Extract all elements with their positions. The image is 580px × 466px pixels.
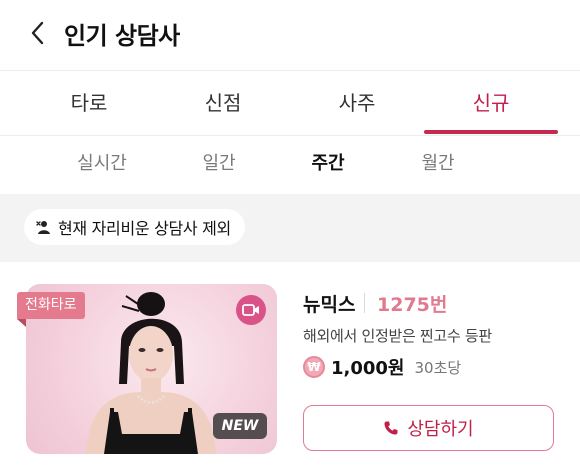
tab-realtime[interactable]: 실시간 xyxy=(52,136,152,192)
filter-label: 현재 자리비운 상담사 제외 xyxy=(58,219,231,238)
tab-weekly[interactable]: 주간 xyxy=(278,136,378,192)
call-tarot-badge: 전화타로 xyxy=(17,292,85,319)
person-away-icon xyxy=(36,221,50,234)
new-badge: NEW xyxy=(213,413,267,439)
price: 1,000원 xyxy=(331,358,405,379)
chevron-left-icon xyxy=(31,21,44,45)
consult-label: 상담하기 xyxy=(407,419,474,440)
price-unit: 30초당 xyxy=(414,358,462,377)
price-row: ₩ 1,000원 30초당 xyxy=(303,354,461,380)
tab-shinjeom[interactable]: 신점 xyxy=(156,71,290,137)
tab-tarot[interactable]: 타로 xyxy=(22,71,156,137)
active-tab-indicator xyxy=(424,130,558,134)
exclude-away-filter-chip[interactable]: 현재 자리비운 상담사 제외 xyxy=(24,209,245,245)
won-coin-icon: ₩ xyxy=(303,356,325,378)
header: 인기 상담사 xyxy=(0,0,580,70)
counselor-card[interactable]: 전화타로 NEW 뉴믹스 1275번 해외에서 인정받은 찐고수 등판 ₩ 1,… xyxy=(0,262,580,466)
page-title: 인기 상담사 xyxy=(64,22,180,50)
phone-icon xyxy=(384,421,398,435)
counselor-number: 1275번 xyxy=(377,294,448,316)
period-tabs: 실시간 일간 주간 월간 xyxy=(0,136,580,194)
badge-fold xyxy=(17,319,26,327)
tab-daily[interactable]: 일간 xyxy=(169,136,269,192)
tab-new[interactable]: 신규 xyxy=(424,71,558,137)
consult-button[interactable]: 상담하기 xyxy=(303,405,554,451)
counselor-description: 해외에서 인정받은 찐고수 등판 xyxy=(303,327,492,345)
tab-saju[interactable]: 사주 xyxy=(290,71,424,137)
back-button[interactable] xyxy=(26,18,52,48)
category-tabs: 타로 신점 사주 신규 xyxy=(0,70,580,136)
filter-bar: 현재 자리비운 상담사 제외 xyxy=(0,194,580,262)
tab-monthly[interactable]: 월간 xyxy=(388,136,488,192)
counselor-name: 뉴믹스 xyxy=(303,294,356,316)
video-camera-icon xyxy=(242,304,259,316)
video-consult-button[interactable] xyxy=(236,295,266,325)
name-divider xyxy=(364,293,365,313)
